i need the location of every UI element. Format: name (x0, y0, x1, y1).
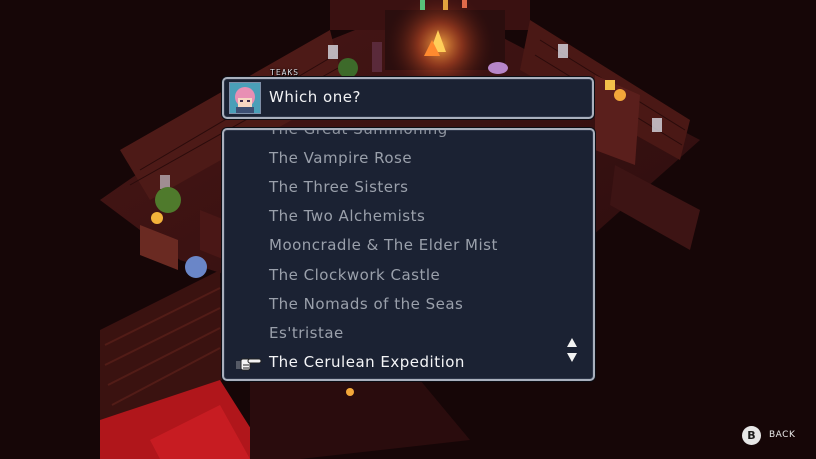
dialog-question: Which one? (269, 88, 361, 106)
portrait-image (230, 83, 260, 113)
speaker-name: TEAKS (270, 68, 300, 77)
back-label: BACK (769, 430, 796, 440)
choice-item-partial[interactable]: The Great Summoning (269, 130, 448, 138)
choice-item[interactable]: Mooncradle & The Elder Mist (269, 236, 498, 254)
pointing-hand-icon (236, 358, 262, 371)
back-button[interactable]: B BACK (742, 425, 806, 447)
scroll-arrows-icon[interactable] (566, 337, 578, 363)
choice-item[interactable]: The Nomads of the Seas (269, 295, 463, 313)
speaker-portrait (229, 82, 261, 114)
choice-item[interactable]: The Two Alchemists (269, 207, 425, 225)
choice-item[interactable]: Es'tristae (269, 324, 344, 342)
choice-item[interactable]: The Clockwork Castle (269, 266, 440, 284)
choice-list: The Great Summoning The Vampire Rose The… (222, 128, 595, 381)
b-button-icon: B (742, 426, 761, 445)
choice-item-selected[interactable]: The Cerulean Expedition (269, 353, 465, 371)
choice-item[interactable]: The Vampire Rose (269, 149, 412, 167)
choice-item[interactable]: The Three Sisters (269, 178, 409, 196)
